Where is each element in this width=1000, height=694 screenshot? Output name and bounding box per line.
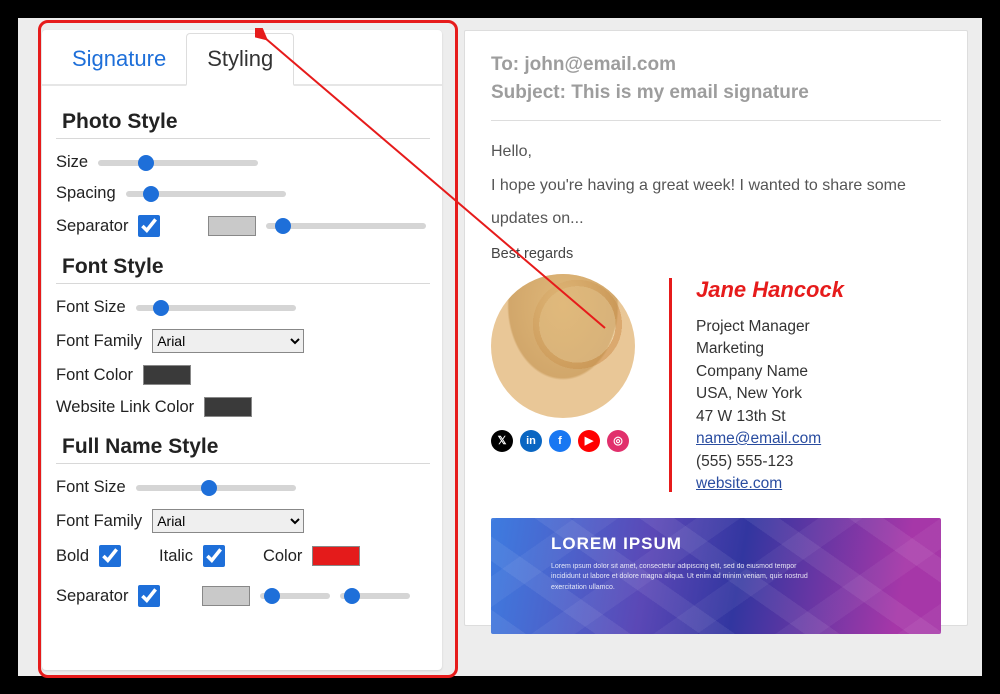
signature-phone: (555) 555-123 bbox=[696, 451, 844, 473]
tab-styling[interactable]: Styling bbox=[186, 33, 294, 86]
fullname-separator-slider2[interactable] bbox=[340, 593, 410, 599]
fullname-family-label: Font Family bbox=[56, 512, 142, 531]
fullname-style-heading: Full Name Style bbox=[62, 435, 430, 459]
signature-location: USA, New York bbox=[696, 383, 844, 405]
photo-size-slider[interactable] bbox=[98, 160, 258, 166]
signature-website[interactable]: website.com bbox=[696, 475, 782, 492]
banner-text: Lorem ipsum dolor sit amet, consectetur … bbox=[551, 562, 821, 594]
youtube-icon[interactable]: ▶ bbox=[578, 430, 600, 452]
instagram-icon[interactable]: ◎ bbox=[607, 430, 629, 452]
email-to: To: john@email.com bbox=[491, 51, 941, 79]
avatar bbox=[491, 274, 635, 418]
signature-separator bbox=[669, 278, 672, 492]
settings-panel: Signature Styling Photo Style Size Spaci… bbox=[42, 30, 442, 670]
font-family-label: Font Family bbox=[56, 332, 142, 351]
email-preview-card: To: john@email.com Subject: This is my e… bbox=[464, 30, 968, 626]
preview-pane: To: john@email.com Subject: This is my e… bbox=[458, 18, 982, 676]
photo-style-heading: Photo Style bbox=[62, 110, 430, 134]
font-style-heading: Font Style bbox=[62, 255, 430, 279]
font-color-label: Font Color bbox=[56, 366, 133, 385]
signature-name: Jane Hancock bbox=[696, 274, 844, 306]
fullname-family-select[interactable]: Arial bbox=[152, 509, 304, 533]
website-link-color-swatch[interactable] bbox=[204, 397, 252, 417]
italic-label: Italic bbox=[159, 547, 193, 566]
photo-spacing-slider[interactable] bbox=[126, 191, 286, 197]
spacing-label: Spacing bbox=[56, 184, 116, 203]
facebook-icon[interactable]: f bbox=[549, 430, 571, 452]
signature-address: 47 W 13th St bbox=[696, 406, 844, 428]
font-size-label: Font Size bbox=[56, 298, 126, 317]
size-label: Size bbox=[56, 153, 88, 172]
fullname-color-label: Color bbox=[263, 547, 302, 566]
email-body: I hope you're having a great week! I wan… bbox=[491, 169, 941, 236]
banner: LOREM IPSUM Lorem ipsum dolor sit amet, … bbox=[491, 518, 941, 634]
email-greeting: Hello, bbox=[491, 135, 941, 169]
font-family-select[interactable]: Arial bbox=[152, 329, 304, 353]
bold-checkbox[interactable] bbox=[99, 545, 121, 567]
font-color-swatch[interactable] bbox=[143, 365, 191, 385]
font-size-slider[interactable] bbox=[136, 305, 296, 311]
fullname-size-slider[interactable] bbox=[136, 485, 296, 491]
styling-scroll[interactable]: Photo Style Size Spacing Separator bbox=[42, 86, 442, 670]
photo-separator-color-swatch[interactable] bbox=[208, 216, 256, 236]
email-subject: Subject: This is my email signature bbox=[491, 79, 941, 107]
tabs: Signature Styling bbox=[42, 30, 442, 86]
fullname-size-label: Font Size bbox=[56, 478, 126, 497]
italic-checkbox[interactable] bbox=[203, 545, 225, 567]
banner-title: LOREM IPSUM bbox=[551, 534, 881, 554]
website-link-color-label: Website Link Color bbox=[56, 398, 194, 417]
signature-block: 𝕏 in f ▶ ◎ Jane Hancock Project Manager … bbox=[491, 274, 941, 496]
bold-label: Bold bbox=[56, 547, 89, 566]
photo-separator-checkbox[interactable] bbox=[138, 215, 160, 237]
signature-email[interactable]: name@email.com bbox=[696, 430, 821, 447]
signature-company: Company Name bbox=[696, 361, 844, 383]
fullname-separator-color-swatch[interactable] bbox=[202, 586, 250, 606]
fullname-color-swatch[interactable] bbox=[312, 546, 360, 566]
fullname-separator-checkbox[interactable] bbox=[138, 585, 160, 607]
tab-signature[interactable]: Signature bbox=[52, 34, 186, 84]
linkedin-icon[interactable]: in bbox=[520, 430, 542, 452]
signature-dept: Marketing bbox=[696, 338, 844, 360]
signature-title: Project Manager bbox=[696, 316, 844, 338]
x-icon[interactable]: 𝕏 bbox=[491, 430, 513, 452]
social-icons: 𝕏 in f ▶ ◎ bbox=[491, 430, 645, 452]
regards-label: Best regards bbox=[491, 246, 941, 262]
fullname-separator-label: Separator bbox=[56, 587, 128, 606]
separator-label: Separator bbox=[56, 217, 128, 236]
photo-separator-slider[interactable] bbox=[266, 223, 426, 229]
fullname-separator-slider1[interactable] bbox=[260, 593, 330, 599]
